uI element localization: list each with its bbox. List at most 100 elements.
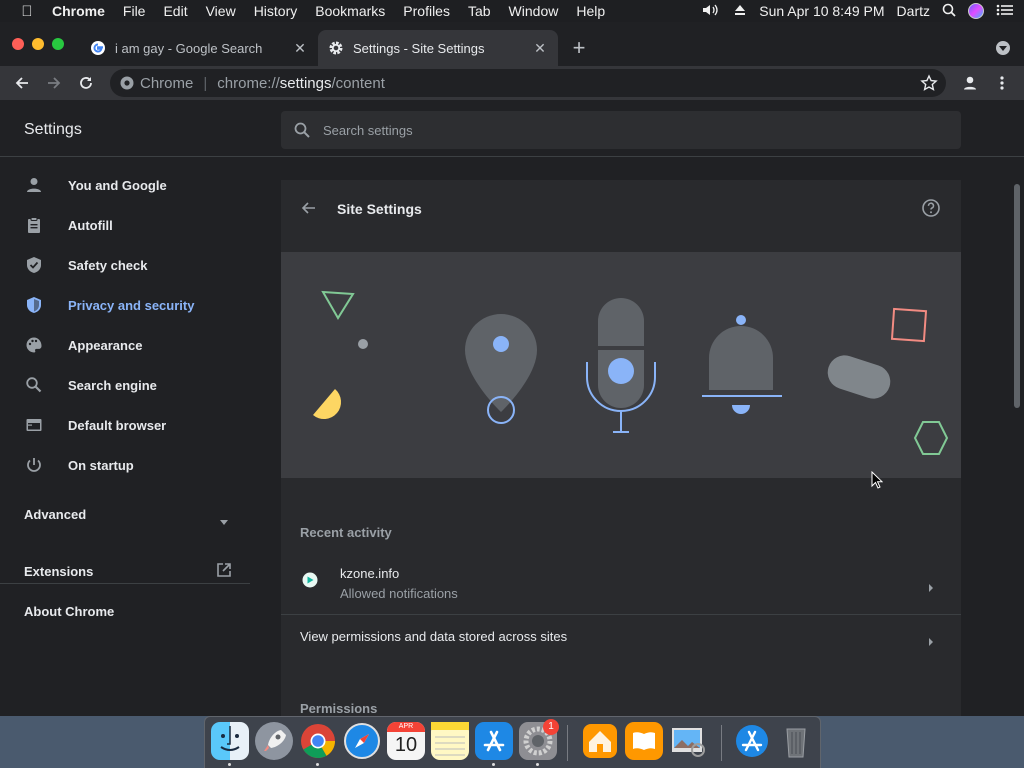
sidebar-item-search-engine[interactable]: Search engine [0,365,250,405]
window-minimize-button[interactable] [32,38,44,50]
more-menu-icon[interactable] [990,71,1014,95]
menu-history[interactable]: History [254,3,298,19]
menu-file[interactable]: File [123,3,146,19]
sidebar-item-privacy-and-security[interactable]: Privacy and security [0,285,250,325]
settings-header: Settings [0,100,1024,157]
menu-view[interactable]: View [206,3,236,19]
trash-icon[interactable] [777,722,815,760]
sidebar-item-label: Appearance [68,337,143,353]
menu-window[interactable]: Window [509,3,559,19]
app-store-icon[interactable] [475,722,513,760]
preview-icon[interactable] [669,722,707,760]
half-circle-shape [313,389,342,420]
menu-bar:  Chrome File Edit View History Bookmark… [0,0,1024,22]
home-icon[interactable] [581,722,619,760]
site-settings-illustration [281,252,961,478]
notes-icon[interactable] [431,722,469,760]
tab-google-search[interactable]: i am gay - Google Search ✕ [80,30,318,66]
power-icon [24,455,44,475]
eject-icon[interactable] [733,3,747,20]
tab-site-settings[interactable]: Settings - Site Settings ✕ [318,30,558,66]
bookmark-star-icon[interactable] [920,74,938,92]
menu-edit[interactable]: Edit [163,3,187,19]
sidebar-item-you-and-google[interactable]: You and Google [0,165,250,205]
search-icon [293,121,311,139]
gear-icon [328,40,344,56]
view-permissions-row[interactable]: View permissions and data stored across … [281,615,961,663]
back-arrow-icon[interactable] [10,71,34,95]
calendar-month: APR [387,722,425,732]
browser-toolbar: Chrome | chrome://settings/content [0,66,1024,100]
calendar-icon[interactable]: APR 10 [387,722,425,760]
bell-icon [702,315,782,414]
close-tab-icon[interactable]: ✕ [532,40,548,56]
help-icon[interactable] [921,198,941,218]
window-zoom-button[interactable] [52,38,64,50]
safari-icon[interactable] [343,722,381,760]
recent-activity-heading: Recent activity [300,525,392,540]
recent-site-detail: Allowed notifications [340,586,458,601]
volume-icon[interactable] [701,3,721,20]
pill-shape [827,355,891,399]
mouse-cursor-icon [871,470,884,494]
tab-search-icon[interactable] [996,41,1010,55]
apple-menu-icon[interactable]:  [18,3,36,20]
caret-down-icon[interactable] [220,512,228,530]
settings-search-input[interactable] [323,122,923,138]
dock-separator [567,725,568,761]
square-shape [890,307,928,343]
menu-help[interactable]: Help [576,3,605,19]
settings-search-box[interactable] [281,111,961,149]
sidebar-item-label: Privacy and security [68,297,195,313]
scrollbar-thumb[interactable] [1014,184,1020,408]
chrome-icon[interactable] [299,722,337,760]
site-settings-card: Site Settings Recent activity kzone.info… [281,180,961,716]
chevron-right-icon [927,580,935,592]
menubar-clock[interactable]: Sun Apr 10 8:49 PM [759,3,884,19]
recent-site-name: kzone.info [340,566,400,581]
menu-tab[interactable]: Tab [468,3,491,19]
address-bar[interactable]: Chrome | chrome://settings/content [110,69,946,97]
sidebar-item-default-browser[interactable]: Default browser [0,405,250,445]
sidebar-item-autofill[interactable]: Autofill [0,205,250,245]
sidebar-item-on-startup[interactable]: On startup [0,445,250,485]
search-icon [24,375,44,395]
new-tab-plus-icon[interactable]: + [568,37,590,60]
tab-strip: i am gay - Google Search ✕ Settings - Si… [0,22,1024,66]
sidebar-item-label: On startup [68,457,134,473]
siri-icon[interactable] [968,3,984,19]
window-close-button[interactable] [12,38,24,50]
recent-site-row[interactable]: kzone.info Allowed notifications [281,555,961,615]
small-dot [358,339,368,349]
menubar-user[interactable]: Dartz [897,3,930,19]
forward-arrow-icon[interactable] [42,71,66,95]
external-link-icon[interactable] [216,562,232,583]
menu-app-name[interactable]: Chrome [52,3,105,19]
dock-running-indicator [536,763,539,766]
reload-icon[interactable] [74,71,98,95]
menu-bookmarks[interactable]: Bookmarks [315,3,385,19]
sidebar-about-chrome[interactable]: About Chrome [24,604,114,619]
spotlight-icon[interactable] [942,3,956,20]
sidebar-extensions[interactable]: Extensions [24,564,93,579]
books-icon[interactable] [625,722,663,760]
person-icon [24,175,44,195]
app-store-downloads-icon[interactable] [733,722,771,760]
back-arrow-icon[interactable] [299,198,319,218]
close-tab-icon[interactable]: ✕ [292,40,308,56]
sidebar-item-appearance[interactable]: Appearance [0,325,250,365]
sidebar-item-safety-check[interactable]: Safety check [0,245,250,285]
shield-icon [24,295,44,315]
shield-check-icon [24,255,44,275]
profile-icon[interactable] [958,71,982,95]
sidebar-advanced[interactable]: Advanced [24,507,86,522]
triangle-shape [321,290,355,320]
chevron-right-icon [927,634,935,646]
clipboard-icon [24,215,44,235]
dock-running-indicator [492,763,495,766]
finder-icon[interactable] [211,722,249,760]
launchpad-icon[interactable] [255,722,293,760]
settings-title: Settings [24,121,82,138]
menu-profiles[interactable]: Profiles [403,3,450,19]
notification-center-icon[interactable] [996,3,1014,20]
